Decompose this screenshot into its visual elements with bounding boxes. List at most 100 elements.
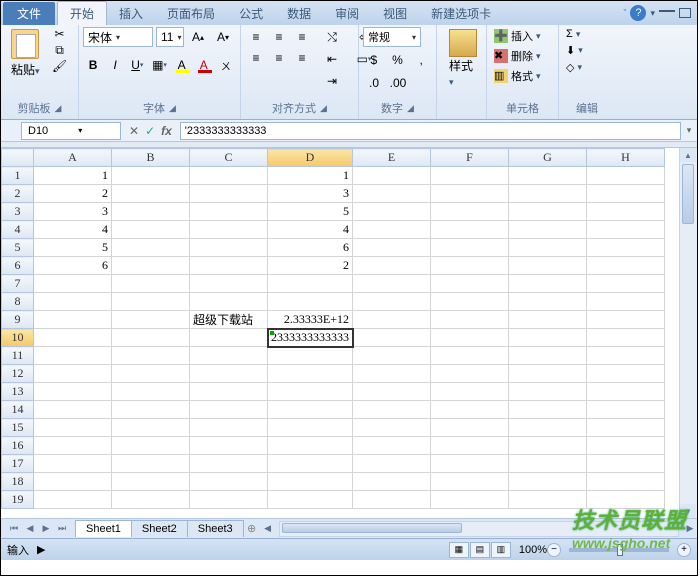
cell-D3[interactable]: 5 <box>268 203 353 221</box>
clear-button[interactable]: ◇▾ <box>563 60 611 75</box>
minimize-window-icon[interactable] <box>659 10 675 12</box>
font-launcher-icon[interactable]: ◢ <box>169 103 176 114</box>
cell-H19[interactable] <box>587 491 665 509</box>
cell-G8[interactable] <box>509 293 587 311</box>
row-header-15[interactable]: 15 <box>2 419 34 437</box>
cell-G7[interactable] <box>509 275 587 293</box>
cell-A4[interactable]: 4 <box>34 221 112 239</box>
cell-C8[interactable] <box>190 293 268 311</box>
copy-icon[interactable]: ⧉ <box>52 43 68 57</box>
cell-B13[interactable] <box>112 383 190 401</box>
cell-B19[interactable] <box>112 491 190 509</box>
cell-A2[interactable]: 2 <box>34 185 112 203</box>
tab-nav-next-icon[interactable]: ▶ <box>39 523 53 534</box>
cell-E12[interactable] <box>353 365 431 383</box>
cell-E6[interactable] <box>353 257 431 275</box>
ribbon-minimize-icon[interactable]: ˇ <box>623 8 626 18</box>
align-middle-icon[interactable]: ≡ <box>268 27 290 47</box>
cell-A18[interactable] <box>34 473 112 491</box>
select-all-corner[interactable] <box>2 149 34 167</box>
tab-formulas[interactable]: 公式 <box>227 2 275 25</box>
cell-F10[interactable] <box>431 329 509 347</box>
cell-H3[interactable] <box>587 203 665 221</box>
cell-F3[interactable] <box>431 203 509 221</box>
cell-C2[interactable] <box>190 185 268 203</box>
cell-D2[interactable]: 3 <box>268 185 353 203</box>
tab-nav-first-icon[interactable]: ⏮ <box>7 523 21 534</box>
cell-F12[interactable] <box>431 365 509 383</box>
cell-C16[interactable] <box>190 437 268 455</box>
cell-A13[interactable] <box>34 383 112 401</box>
cell-D9[interactable]: 2.33333E+12 <box>268 311 353 329</box>
cell-B18[interactable] <box>112 473 190 491</box>
italic-button[interactable]: I <box>105 55 125 75</box>
cell-D4[interactable]: 4 <box>268 221 353 239</box>
format-cells-button[interactable]: ▥格式▾ <box>491 67 554 85</box>
cell-F1[interactable] <box>431 167 509 185</box>
cell-C6[interactable] <box>190 257 268 275</box>
cell-A3[interactable]: 3 <box>34 203 112 221</box>
cell-H16[interactable] <box>587 437 665 455</box>
cell-H13[interactable] <box>587 383 665 401</box>
cell-H9[interactable] <box>587 311 665 329</box>
tab-review[interactable]: 审阅 <box>323 2 371 25</box>
row-header-7[interactable]: 7 <box>2 275 34 293</box>
formula-bar-expand-icon[interactable]: ▾ <box>681 125 697 136</box>
cell-H2[interactable] <box>587 185 665 203</box>
row-header-11[interactable]: 11 <box>2 347 34 365</box>
currency-icon[interactable]: $ <box>363 50 385 70</box>
decrease-indent-icon[interactable]: ⇤ <box>321 49 343 69</box>
col-header-B[interactable]: B <box>112 149 190 167</box>
cell-H14[interactable] <box>587 401 665 419</box>
cell-F5[interactable] <box>431 239 509 257</box>
cell-G6[interactable] <box>509 257 587 275</box>
restore-window-icon[interactable] <box>679 8 691 18</box>
cell-E3[interactable] <box>353 203 431 221</box>
cell-A19[interactable] <box>34 491 112 509</box>
scroll-down-icon[interactable]: ▼ <box>680 504 696 518</box>
row-header-14[interactable]: 14 <box>2 401 34 419</box>
confirm-edit-icon[interactable]: ✓ <box>145 124 155 138</box>
col-header-H[interactable]: H <box>587 149 665 167</box>
insert-cells-button[interactable]: ➕插入▾ <box>491 27 554 45</box>
cell-D8[interactable] <box>268 293 353 311</box>
cell-D14[interactable] <box>268 401 353 419</box>
cell-C5[interactable] <box>190 239 268 257</box>
cell-A5[interactable]: 5 <box>34 239 112 257</box>
cell-G3[interactable] <box>509 203 587 221</box>
bold-button[interactable]: B <box>83 55 103 75</box>
cell-A10[interactable] <box>34 329 112 347</box>
orientation-icon[interactable]: ⤭ <box>321 27 343 47</box>
row-header-4[interactable]: 4 <box>2 221 34 239</box>
fill-color-button[interactable]: A <box>172 55 192 75</box>
cell-D16[interactable] <box>268 437 353 455</box>
row-header-13[interactable]: 13 <box>2 383 34 401</box>
cell-B16[interactable] <box>112 437 190 455</box>
hscroll-right-icon[interactable]: ▶ <box>683 523 697 534</box>
number-format-combo[interactable]: 常规▾ <box>363 27 421 47</box>
cell-H4[interactable] <box>587 221 665 239</box>
page-layout-view-icon[interactable]: ▤ <box>470 542 490 558</box>
cell-F2[interactable] <box>431 185 509 203</box>
cell-G18[interactable] <box>509 473 587 491</box>
cell-C18[interactable] <box>190 473 268 491</box>
cell-D13[interactable] <box>268 383 353 401</box>
row-header-19[interactable]: 19 <box>2 491 34 509</box>
cell-B15[interactable] <box>112 419 190 437</box>
cell-B2[interactable] <box>112 185 190 203</box>
row-header-12[interactable]: 12 <box>2 365 34 383</box>
increase-decimal-icon[interactable]: .0 <box>363 73 385 93</box>
row-header-3[interactable]: 3 <box>2 203 34 221</box>
zoom-in-icon[interactable]: + <box>677 543 691 557</box>
row-header-10[interactable]: 10 <box>2 329 34 347</box>
zoom-slider-knob[interactable] <box>617 544 623 556</box>
cell-E4[interactable] <box>353 221 431 239</box>
cell-A15[interactable] <box>34 419 112 437</box>
row-header-2[interactable]: 2 <box>2 185 34 203</box>
cell-B9[interactable] <box>112 311 190 329</box>
increase-indent-icon[interactable]: ⇥ <box>321 71 343 91</box>
cell-E7[interactable] <box>353 275 431 293</box>
cell-E2[interactable] <box>353 185 431 203</box>
tab-file[interactable]: 文件 <box>3 2 55 25</box>
cell-D15[interactable] <box>268 419 353 437</box>
